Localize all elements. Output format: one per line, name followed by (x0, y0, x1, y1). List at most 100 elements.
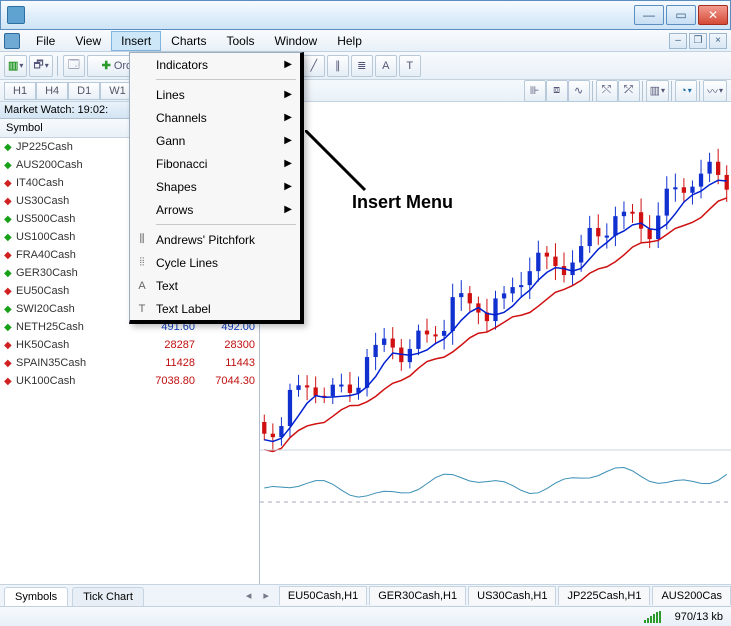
market-watch-row[interactable]: ◆UK100Cash7038.807044.30 (0, 372, 259, 390)
insert-menu-item-text-label[interactable]: TText Label (130, 297, 300, 320)
symbol-name: FRA40Cash (14, 249, 135, 261)
timeframe-row: H1 H4 D1 W1 ⊪ ⧈ ∿ ⤲ ⤱ ▥▾ ◔▾ 〰▾ (0, 80, 731, 102)
menu-insert[interactable]: Insert (111, 31, 161, 51)
arrow-down-icon: ◆ (4, 376, 14, 387)
zoom-out-button[interactable]: ⤱ (618, 80, 640, 102)
menu-tools[interactable]: Tools (217, 31, 265, 51)
period-button[interactable]: ◔▾ (675, 80, 697, 102)
minimize-button[interactable]: — (634, 5, 664, 25)
insert-menu-item-text[interactable]: AText (130, 274, 300, 297)
maximize-button[interactable]: ▭ (666, 5, 696, 25)
submenu-arrow-icon: ▶ (284, 112, 292, 123)
tf-d1[interactable]: D1 (68, 82, 100, 100)
mw-tab-tickchart[interactable]: Tick Chart (72, 587, 144, 606)
submenu-arrow-icon: ▶ (284, 135, 292, 146)
templates-button[interactable]: ▥▾ (646, 80, 669, 102)
symbol-name: SWI20Cash (14, 303, 135, 315)
ask-price: 7044.30 (195, 375, 255, 387)
tf-h4[interactable]: H4 (36, 82, 68, 100)
menu-item-label: Shapes (156, 180, 197, 194)
mw-tab-symbols[interactable]: Symbols (4, 587, 68, 606)
arrow-up-icon: ◆ (4, 142, 14, 153)
chart-tab-1[interactable]: GER30Cash,H1 (369, 586, 466, 605)
text-tool[interactable]: A (375, 55, 397, 77)
tf-h1[interactable]: H1 (4, 82, 36, 100)
insert-menu-item-channels[interactable]: Channels ▶ (130, 106, 300, 129)
arrow-up-icon: ◆ (4, 304, 14, 315)
arrow-up-icon: ◆ (4, 322, 14, 333)
close-button[interactable]: ✕ (698, 5, 728, 25)
menu-file[interactable]: File (26, 31, 65, 51)
chart-area[interactable] (260, 102, 731, 584)
arrow-down-icon: ◆ (4, 340, 14, 351)
window-titlebar: — ▭ ✕ (0, 0, 731, 30)
menu-separator (156, 224, 296, 225)
symbol-name: SPAIN35Cash (14, 357, 135, 369)
insert-dropdown-menu: Indicators▶Lines▶Channels▶Gann▶Fibonacci… (129, 52, 304, 324)
insert-menu-item-cycle-lines[interactable]: ⦙⦙Cycle Lines (130, 251, 300, 274)
chart-tab-scroll-right[interactable]: ▸ (257, 589, 275, 602)
insert-menu-item-indicators[interactable]: Indicators ▶ (130, 53, 300, 76)
chart-tab-0[interactable]: EU50Cash,H1 (279, 586, 367, 605)
menubar: File View Insert Charts Tools Window Hel… (0, 30, 731, 52)
symbol-name: US30Cash (14, 195, 135, 207)
child-restore-button[interactable]: ❐ (689, 33, 707, 49)
line-chart-button[interactable]: ∿ (568, 80, 590, 102)
menu-item-label: Fibonacci (156, 157, 207, 171)
trendline-tool[interactable]: ╱ (303, 55, 325, 77)
chart-tab-scroll-left[interactable]: ◂ (240, 589, 258, 602)
annotation-label: Insert Menu (352, 192, 453, 213)
symbol-name: GER30Cash (14, 267, 135, 279)
arrow-up-icon: ◆ (4, 268, 14, 279)
child-close-button[interactable]: × (709, 33, 727, 49)
insert-menu-item-arrows[interactable]: Arrows▶ (130, 198, 300, 221)
menu-help[interactable]: Help (327, 31, 372, 51)
menu-window[interactable]: Window (265, 31, 328, 51)
child-minimize-button[interactable]: – (669, 33, 687, 49)
chart-tab-2[interactable]: US30Cash,H1 (468, 586, 556, 605)
status-kb: 970/13 kb (675, 611, 723, 623)
submenu-arrow-icon: ▶ (284, 59, 292, 70)
arrow-down-icon: ◆ (4, 178, 14, 189)
menu-item-icon: A (135, 280, 149, 292)
bar-chart-button[interactable]: ⊪ (524, 80, 546, 102)
arrow-down-icon: ◆ (4, 196, 14, 207)
candle-chart-button[interactable]: ⧈ (546, 80, 568, 102)
insert-menu-item-andrews-pitchfork[interactable]: ⫼Andrews' Pitchfork (130, 228, 300, 251)
ask-price: 28300 (195, 339, 255, 351)
symbol-name: JP225Cash (14, 141, 135, 153)
insert-menu-item-lines[interactable]: Lines▶ (130, 83, 300, 106)
market-watch-row[interactable]: ◆SPAIN35Cash1142811443 (0, 354, 259, 372)
submenu-arrow-icon: ▶ (284, 181, 292, 192)
toolbar-row-1: ▥▾ 🗗▾ 🗔 ✚ Order ◆ ↖ ✚ │ — ╱ ∥ ≣ A T (0, 52, 731, 80)
chart-tab-4[interactable]: AUS200Cas (652, 586, 731, 605)
mw-col-symbol[interactable]: Symbol (0, 119, 139, 137)
app-icon-small (4, 33, 20, 49)
market-watch-row[interactable]: ◆HK50Cash2828728300 (0, 336, 259, 354)
channel-tool[interactable]: ∥ (327, 55, 349, 77)
menu-item-label: Arrows (156, 203, 193, 217)
new-chart-button[interactable]: ▥▾ (4, 55, 27, 77)
fibo-tool[interactable]: ≣ (351, 55, 373, 77)
menu-charts[interactable]: Charts (161, 31, 216, 51)
price-chart (260, 102, 731, 540)
symbol-name: IT40Cash (14, 177, 135, 189)
zoom-in-button[interactable]: ⤲ (596, 80, 618, 102)
market-watch-tabs: Symbols Tick Chart (0, 584, 240, 606)
insert-menu-item-fibonacci[interactable]: Fibonacci▶ (130, 152, 300, 175)
menu-item-label: Channels (156, 111, 207, 125)
insert-menu-item-shapes[interactable]: Shapes ▶ (130, 175, 300, 198)
arrow-up-icon: ◆ (4, 160, 14, 171)
indicators-button[interactable]: 〰▾ (703, 80, 727, 102)
chart-tab-3[interactable]: JP225Cash,H1 (558, 586, 650, 605)
menu-view[interactable]: View (65, 31, 111, 51)
menu-item-label: Indicators (156, 58, 208, 72)
text-label-tool[interactable]: T (399, 55, 421, 77)
connection-bars-icon (644, 611, 661, 623)
bid-price: 7038.80 (135, 375, 195, 387)
submenu-arrow-icon: ▶ (284, 89, 292, 100)
symbol-name: EU50Cash (14, 285, 135, 297)
profiles-button[interactable]: 🗗▾ (29, 55, 52, 77)
insert-menu-item-gann[interactable]: Gann▶ (130, 129, 300, 152)
marketwatch-toggle-button[interactable]: 🗔 (63, 55, 85, 77)
